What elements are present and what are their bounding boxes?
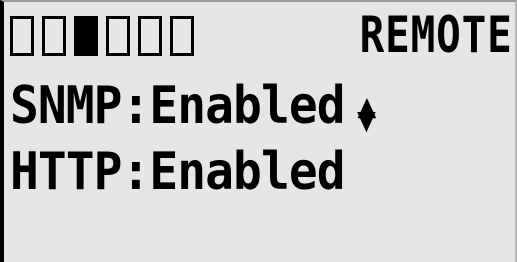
position-block (10, 16, 34, 56)
status-bar: REMOTE (10, 10, 513, 64)
up-down-arrow-icon: ▲▼ (356, 86, 376, 140)
http-status-text: HTTP:Enabled (10, 142, 346, 202)
position-block (170, 16, 194, 56)
snmp-status-text: SNMP:Enabled (10, 76, 346, 136)
snmp-status-line: SNMP:Enabled ▲▼ (10, 80, 376, 140)
lcd-display: REMOTE SNMP:Enabled ▲▼ HTTP:Enabled (0, 0, 517, 262)
http-status-line: HTTP:Enabled (10, 146, 346, 198)
mode-label: REMOTE (359, 6, 513, 64)
position-block (138, 16, 162, 56)
position-block-active (74, 16, 98, 56)
menu-position-indicator (10, 16, 194, 56)
position-block (106, 16, 130, 56)
position-block (42, 16, 66, 56)
